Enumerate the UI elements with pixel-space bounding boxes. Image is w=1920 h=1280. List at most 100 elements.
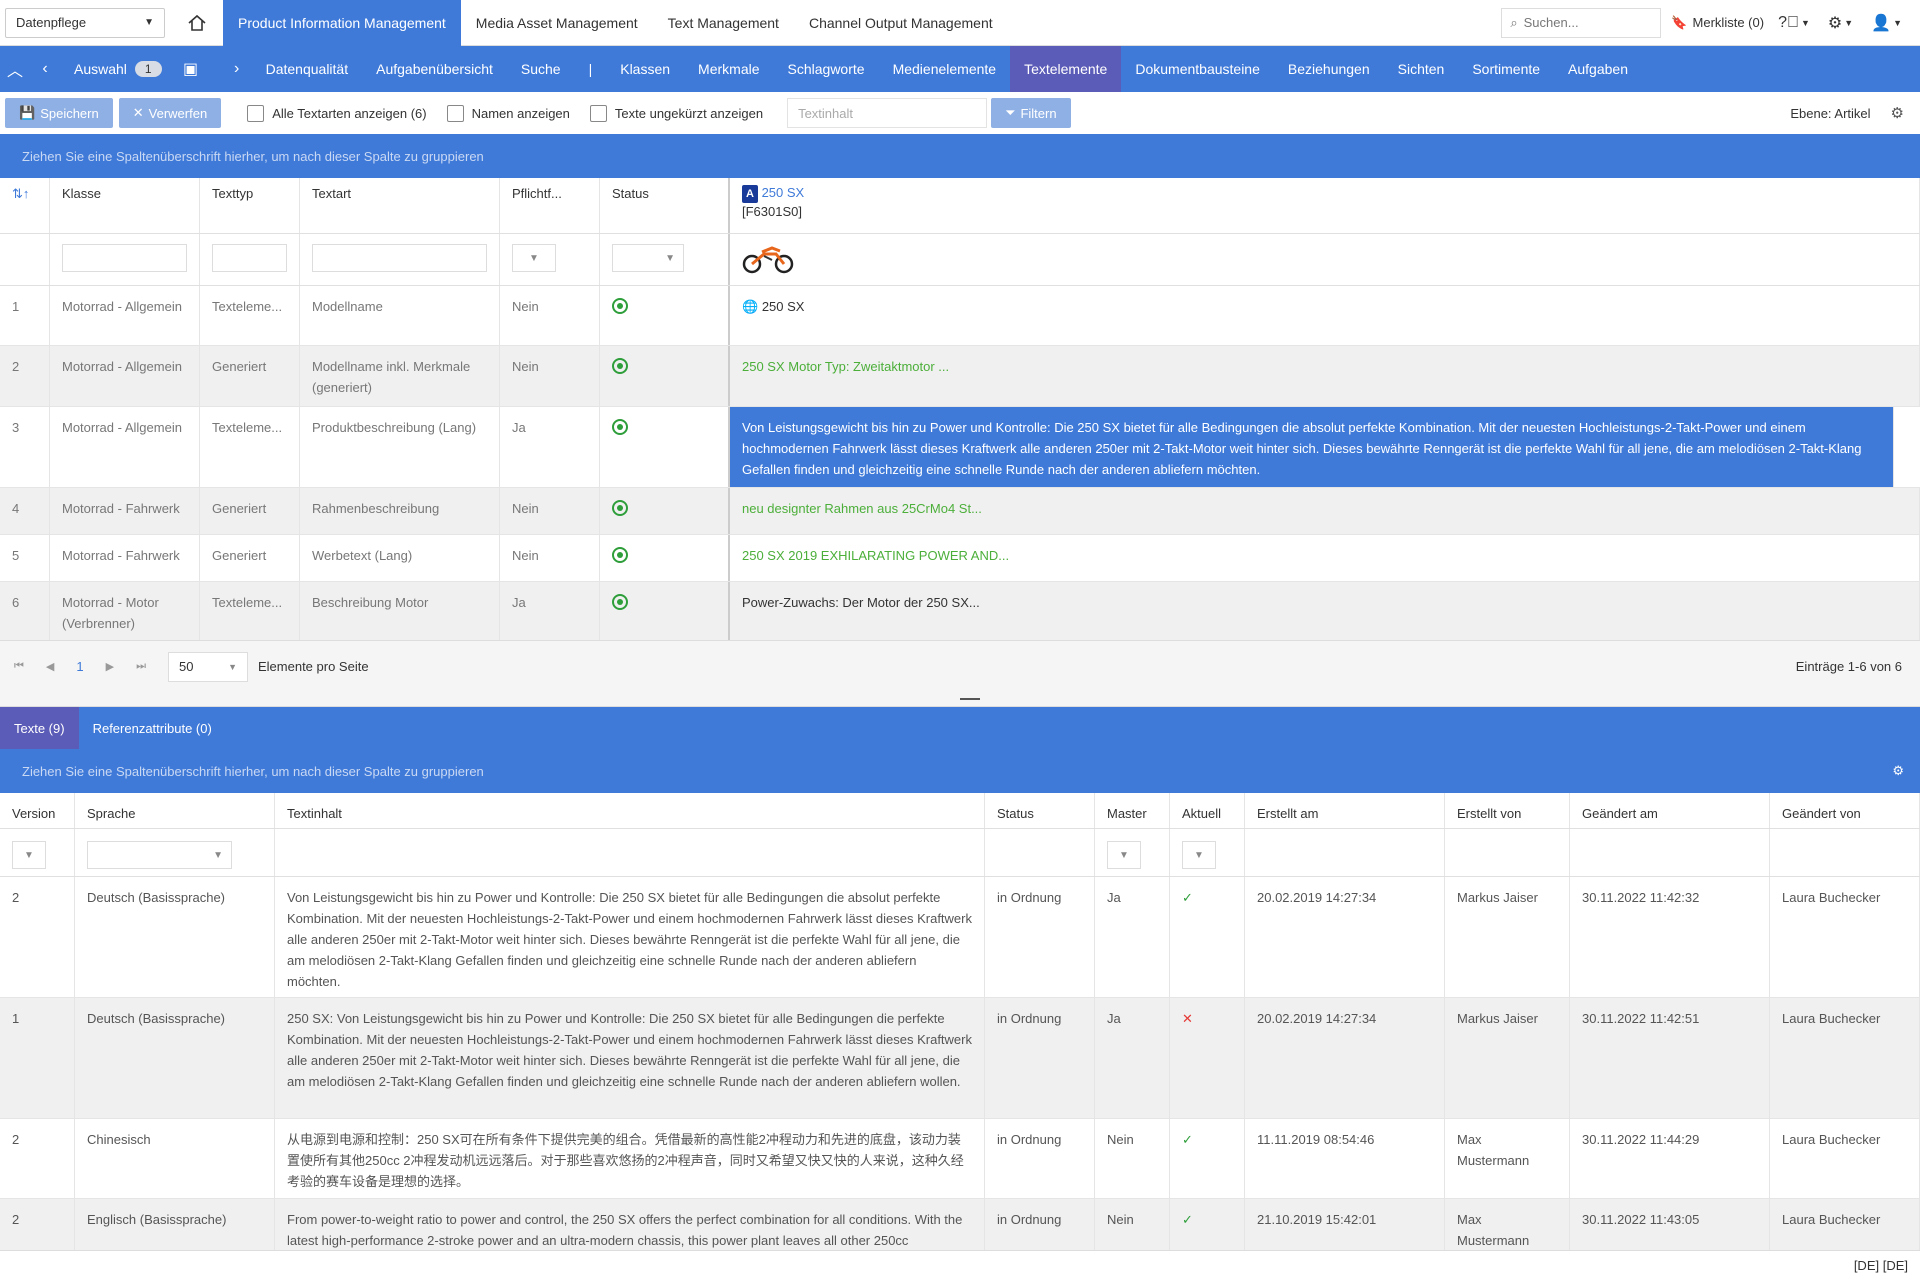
col-texttyp[interactable]: Texttyp <box>200 178 300 233</box>
col-status[interactable]: Status <box>600 178 730 233</box>
chevron-up-icon[interactable]: ︿ <box>0 46 30 92</box>
row-value[interactable]: 🌐 250 SX <box>730 286 1920 345</box>
nav-merkmale[interactable]: Merkmale <box>684 46 773 92</box>
prev-page-icon[interactable]: ◀ <box>46 660 54 673</box>
filter-klasse-input[interactable] <box>62 244 187 272</box>
home-icon[interactable] <box>171 0 223 46</box>
table-row[interactable]: 1 Deutsch (Basissprache) 250 SX: Von Lei… <box>0 998 1920 1119</box>
chevron-right-icon[interactable]: › <box>222 46 252 92</box>
col-klasse[interactable]: Klasse <box>50 178 200 233</box>
row-value[interactable]: neu designter Rahmen aus 25CrMo4 St... <box>730 488 1920 534</box>
show-names-checkbox[interactable]: Namen anzeigen <box>446 104 570 122</box>
last-page-icon[interactable]: ⏭ <box>136 660 146 673</box>
checkbox-box[interactable] <box>247 104 265 122</box>
filter-version-dropdown[interactable]: ▼ <box>12 841 46 869</box>
next-page-icon[interactable]: ▶ <box>106 660 114 673</box>
merkliste-button[interactable]: 🔖 Merkliste (0) <box>1671 15 1764 31</box>
nav-schlagworte[interactable]: Schlagworte <box>774 46 879 92</box>
app-tab-mam[interactable]: Media Asset Management <box>461 0 653 46</box>
filter-texttyp-input[interactable] <box>212 244 287 272</box>
app-tab-pim[interactable]: Product Information Management <box>223 0 461 46</box>
show-full-texts-checkbox[interactable]: Texte ungekürzt anzeigen <box>589 104 763 122</box>
col-version[interactable]: Version <box>0 793 75 828</box>
nav-medienelemente[interactable]: Medienelemente <box>879 46 1011 92</box>
row-value[interactable]: 250 SX 2019 EXHILARATING POWER AND... <box>730 535 1920 581</box>
col-erstellt-von[interactable]: Erstellt von <box>1445 793 1570 828</box>
app-tab-channel[interactable]: Channel Output Management <box>794 0 1008 46</box>
tab-referenzattribute[interactable]: Referenzattribute (0) <box>79 707 226 749</box>
module-select[interactable]: Datenpflege ▼ <box>5 7 165 38</box>
discard-button[interactable]: ✕ Verwerfen <box>118 98 222 128</box>
table-row[interactable]: 4 Motorrad - Fahrwerk Generiert Rahmenbe… <box>0 488 1920 535</box>
app-tab-text[interactable]: Text Management <box>653 0 794 46</box>
row-value[interactable]: Power-Zuwachs: Der Motor der 250 SX... <box>730 582 1920 640</box>
row-klasse: Motorrad - Motor (Verbrenner) <box>50 582 200 640</box>
nav-datenqualitaet[interactable]: Datenqualität <box>252 46 363 92</box>
table-row[interactable]: 2 Chinesisch 从电源到电源和控制：250 SX可在所有条件下提供完美… <box>0 1119 1920 1199</box>
help-button[interactable]: ?⃝ ▼ <box>1778 14 1810 32</box>
chevron-left-icon[interactable]: ‹ <box>30 46 60 92</box>
nav-aufgabenuebersicht[interactable]: Aufgabenübersicht <box>362 46 507 92</box>
col-master[interactable]: Master <box>1095 793 1170 828</box>
save-selection-icon[interactable]: ▣ <box>176 46 206 92</box>
group-drop-zone-bottom[interactable]: Ziehen Sie eine Spaltenüberschrift hierh… <box>0 749 1920 793</box>
table-row[interactable]: 2 Deutsch (Basissprache) Von Leistungsge… <box>0 877 1920 998</box>
first-page-icon[interactable]: ⏮ <box>14 660 24 673</box>
table-row[interactable]: 1 Motorrad - Allgemein Texteleme... Mode… <box>0 286 1920 346</box>
col-textart[interactable]: Textart <box>300 178 500 233</box>
col-pflichtfeld[interactable]: Pflichtf... <box>500 178 600 233</box>
sort-icon[interactable]: ⇅↑ <box>0 178 50 233</box>
nav-sichten[interactable]: Sichten <box>1384 46 1459 92</box>
row-textart: Modellname inkl. Merkmale (generiert) <box>300 346 500 406</box>
row-klasse: Motorrad - Allgemein <box>50 346 200 406</box>
column-settings-icon[interactable]: ⚙ <box>1892 763 1904 779</box>
tab-texte[interactable]: Texte (9) <box>0 707 79 749</box>
col-aktuell[interactable]: Aktuell <box>1170 793 1245 828</box>
filter-status-dropdown[interactable]: ▼ <box>612 244 684 272</box>
group-drop-zone[interactable]: Ziehen Sie eine Spaltenüberschrift hierh… <box>0 134 1920 178</box>
checkbox-box[interactable] <box>589 104 607 122</box>
col-sprache[interactable]: Sprache <box>75 793 275 828</box>
table-row[interactable]: 3 Motorrad - Allgemein Texteleme... Prod… <box>0 407 1920 488</box>
nav-dokumentbausteine[interactable]: Dokumentbausteine <box>1121 46 1274 92</box>
col-geaendert-am[interactable]: Geändert am <box>1570 793 1770 828</box>
col-textinhalt[interactable]: Textinhalt <box>275 793 985 828</box>
filter-master-dropdown[interactable]: ▼ <box>1107 841 1141 869</box>
table-row[interactable]: 2 Motorrad - Allgemein Generiert Modelln… <box>0 346 1920 407</box>
auswahl-button[interactable]: Auswahl 1 <box>60 46 176 92</box>
row-value[interactable]: 250 SX Motor Typ: Zweitaktmotor ... <box>730 346 1920 406</box>
table-row[interactable]: 5 Motorrad - Fahrwerk Generiert Werbetex… <box>0 535 1920 582</box>
filter-sprache-dropdown[interactable]: ▼ <box>87 841 232 869</box>
row-value-selected[interactable]: Von Leistungsgewicht bis hin zu Power un… <box>730 407 1894 487</box>
col-status[interactable]: Status <box>985 793 1095 828</box>
col-erstellt-am[interactable]: Erstellt am <box>1245 793 1445 828</box>
gear-icon: ⚙ <box>1827 14 1843 32</box>
textinhalt-input[interactable]: Textinhalt <box>787 98 988 128</box>
table-row[interactable]: 6 Motorrad - Motor (Verbrenner) Textelem… <box>0 582 1920 640</box>
nav-aufgaben[interactable]: Aufgaben <box>1554 46 1642 92</box>
save-button[interactable]: 💾 Speichern <box>5 98 113 128</box>
show-all-checkbox[interactable]: Alle Textarten anzeigen (6) <box>247 104 427 122</box>
checkbox-box[interactable] <box>446 104 464 122</box>
filter-button[interactable]: ⏷ Filtern <box>991 98 1071 128</box>
search-input[interactable]: ⌕ Suchen... <box>1501 7 1662 38</box>
col-geaendert-von[interactable]: Geändert von <box>1770 793 1920 828</box>
nav-suche[interactable]: Suche <box>507 46 575 92</box>
page-number[interactable]: 1 <box>76 659 83 674</box>
filter-aktuell-dropdown[interactable]: ▼ <box>1182 841 1216 869</box>
filter-pflicht-dropdown[interactable]: ▼ <box>512 244 556 272</box>
col-article[interactable]: A 250 SX [F6301S0] <box>730 178 1920 233</box>
row-geaendert-von: Laura Buchecker <box>1770 877 1920 997</box>
auswahl-count-badge: 1 <box>134 61 162 77</box>
panel-splitter[interactable] <box>0 692 1920 707</box>
column-settings-icon[interactable]: ⚙ <box>1891 104 1904 122</box>
filter-textart-input[interactable] <box>312 244 487 272</box>
user-button[interactable]: 👤 ▼ <box>1871 13 1902 33</box>
nav-textelemente[interactable]: Textelemente <box>1010 46 1122 92</box>
page-size-select[interactable]: 50 ▼ <box>167 651 248 682</box>
nav-klassen[interactable]: Klassen <box>606 46 684 92</box>
nav-beziehungen[interactable]: Beziehungen <box>1274 46 1384 92</box>
article-name-link[interactable]: 250 SX <box>762 185 805 200</box>
settings-button[interactable]: ⚙ ▼ <box>1828 13 1853 33</box>
nav-sortimente[interactable]: Sortimente <box>1458 46 1554 92</box>
